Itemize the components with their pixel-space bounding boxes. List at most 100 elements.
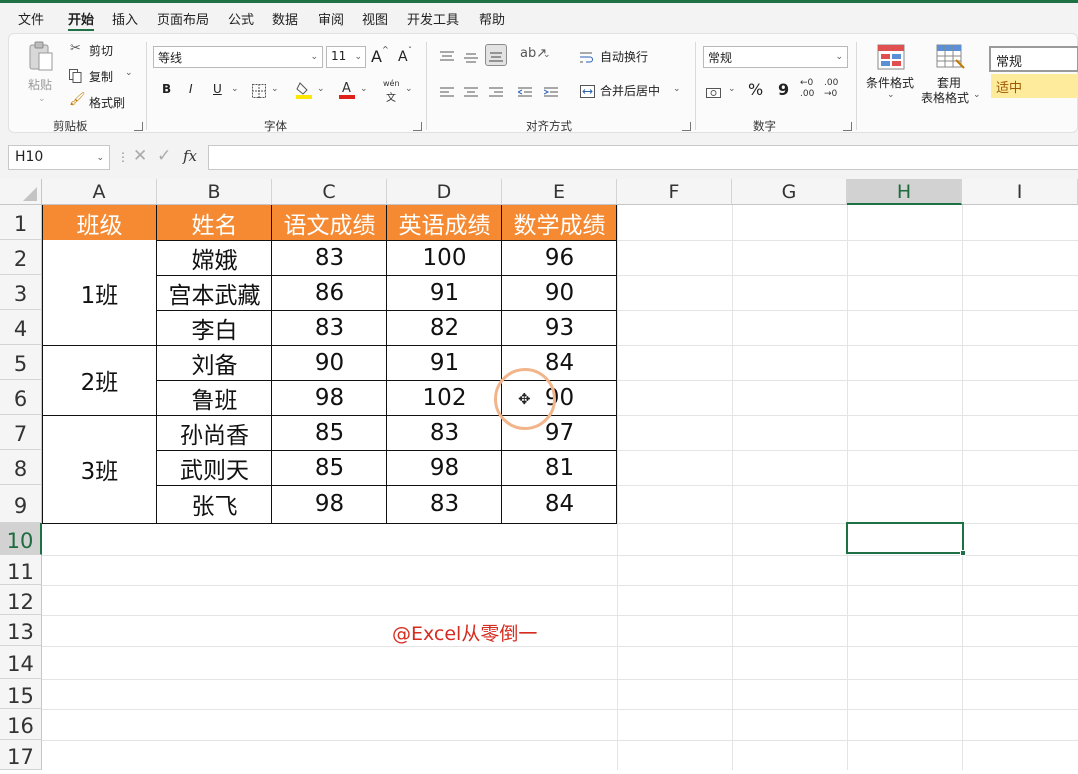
border-icon[interactable] xyxy=(252,83,266,98)
phonetic-dropdown-icon[interactable]: ⌄ xyxy=(405,84,413,94)
row-header-8[interactable]: 8 xyxy=(0,450,42,485)
column-header-d[interactable]: D xyxy=(387,179,502,205)
border-dropdown-icon[interactable]: ⌄ xyxy=(271,84,279,94)
score-cell[interactable]: 85 xyxy=(272,415,387,450)
row-header-13[interactable]: 13 xyxy=(0,615,42,646)
column-header-e[interactable]: E xyxy=(502,179,617,205)
score-cell[interactable]: 86 xyxy=(272,275,387,310)
score-cell[interactable]: 84 xyxy=(502,485,617,523)
row-header-9[interactable]: 9 xyxy=(0,485,42,523)
paste-button[interactable]: 粘贴 xyxy=(28,76,52,93)
clipboard-launcher-icon[interactable] xyxy=(134,122,143,131)
orientation-dropdown-icon[interactable]: ⌄ xyxy=(543,50,551,60)
score-cell[interactable]: 98 xyxy=(272,485,387,523)
column-header-f[interactable]: F xyxy=(617,179,732,205)
score-cell[interactable]: 83 xyxy=(387,415,502,450)
menu-review[interactable]: 审阅 xyxy=(318,9,344,28)
font-size-combo[interactable]: 11 ⌄ xyxy=(326,46,366,68)
decrease-indent-icon[interactable] xyxy=(516,84,532,97)
score-cell[interactable]: 91 xyxy=(387,275,502,310)
font-name-combo[interactable]: 等线 ⌄ xyxy=(153,46,323,68)
align-middle-icon[interactable] xyxy=(464,48,478,63)
header-cell[interactable]: 班级 xyxy=(42,205,157,240)
row-header-12[interactable]: 12 xyxy=(0,585,42,615)
merge-center-button[interactable]: 合并后居中 xyxy=(600,82,660,99)
format-painter-button[interactable]: 格式刷 xyxy=(89,94,125,111)
score-cell[interactable]: 100 xyxy=(387,240,502,275)
name-cell[interactable]: 宫本武藏 xyxy=(157,275,272,310)
score-cell[interactable]: 83 xyxy=(272,240,387,275)
name-cell[interactable]: 武则天 xyxy=(157,450,272,485)
row-header-2[interactable]: 2 xyxy=(0,240,42,275)
name-box[interactable]: H10 ⌄ xyxy=(8,145,110,170)
comma-button[interactable]: 9 xyxy=(778,80,789,99)
class-cell[interactable]: 2班 xyxy=(42,345,157,415)
font-color-icon[interactable]: A xyxy=(339,80,355,99)
menu-developer[interactable]: 开发工具 xyxy=(407,9,459,28)
score-cell[interactable]: 90 xyxy=(502,275,617,310)
merge-dropdown-icon[interactable]: ⌄ xyxy=(673,84,681,94)
header-cell[interactable]: 姓名 xyxy=(157,205,272,240)
conditional-format-button[interactable]: 条件格式 xyxy=(866,74,914,91)
percent-button[interactable]: % xyxy=(748,80,763,99)
score-cell[interactable]: 96 xyxy=(502,240,617,275)
header-cell[interactable]: 英语成绩 xyxy=(387,205,502,240)
accounting-format-icon[interactable] xyxy=(706,84,722,98)
align-bottom-icon[interactable] xyxy=(485,44,507,66)
row-header-7[interactable]: 7 xyxy=(0,415,42,450)
name-cell[interactable]: 李白 xyxy=(157,310,272,345)
row-header-11[interactable]: 11 xyxy=(0,555,42,585)
paste-icon[interactable] xyxy=(27,40,55,74)
column-header-c[interactable]: C xyxy=(272,179,387,205)
score-cell[interactable]: 83 xyxy=(272,310,387,345)
name-cell[interactable]: 孙尚香 xyxy=(157,415,272,450)
fill-color-dropdown-icon[interactable]: ⌄ xyxy=(317,84,325,94)
score-cell[interactable]: 102 xyxy=(387,380,502,415)
score-cell[interactable]: 90 xyxy=(272,345,387,380)
decrease-decimal-bottom[interactable]: →0 xyxy=(824,89,837,99)
menu-page-layout[interactable]: 页面布局 xyxy=(157,9,209,28)
row-header-17[interactable]: 17 xyxy=(0,740,42,770)
score-cell[interactable]: 82 xyxy=(387,310,502,345)
shrink-font-button[interactable]: A xyxy=(398,49,408,65)
increase-decimal-bottom[interactable]: .00 xyxy=(800,89,814,99)
phonetic-guide-bottom[interactable]: 文 xyxy=(386,89,396,104)
score-cell[interactable]: 83 xyxy=(387,485,502,523)
score-cell[interactable]: 98 xyxy=(387,450,502,485)
row-header-3[interactable]: 3 xyxy=(0,275,42,310)
column-header-g[interactable]: G xyxy=(732,179,847,205)
accounting-dropdown-icon[interactable]: ⌄ xyxy=(728,84,736,94)
row-header-4[interactable]: 4 xyxy=(0,310,42,345)
row-header-14[interactable]: 14 xyxy=(0,646,42,679)
alignment-launcher-icon[interactable] xyxy=(682,122,691,131)
row-header-5[interactable]: 5 xyxy=(0,345,42,380)
format-as-table-bottom[interactable]: 表格格式 xyxy=(921,89,969,106)
menu-data[interactable]: 数据 xyxy=(272,9,298,28)
grow-font-button[interactable]: A xyxy=(371,47,382,66)
italic-button[interactable]: I xyxy=(189,82,193,96)
row-header-1[interactable]: 1 xyxy=(0,205,42,240)
insert-function-button[interactable]: fx xyxy=(183,147,197,165)
header-cell[interactable]: 语文成绩 xyxy=(272,205,387,240)
copy-button[interactable]: 复制 xyxy=(89,68,113,85)
font-launcher-icon[interactable] xyxy=(413,122,422,131)
align-center-icon[interactable] xyxy=(464,84,478,97)
underline-button[interactable]: U xyxy=(213,82,222,96)
header-cell[interactable]: 数学成绩 xyxy=(502,205,617,240)
enter-icon[interactable]: ✓ xyxy=(157,146,171,166)
increase-decimal-top[interactable]: ←0 xyxy=(800,78,813,88)
select-all-corner[interactable] xyxy=(0,179,42,205)
menu-insert[interactable]: 插入 xyxy=(112,9,138,28)
number-launcher-icon[interactable] xyxy=(843,122,852,131)
column-header-h[interactable]: H xyxy=(847,179,962,205)
align-top-icon[interactable] xyxy=(440,48,454,61)
name-cell[interactable]: 鲁班 xyxy=(157,380,272,415)
name-cell[interactable]: 嫦娥 xyxy=(157,240,272,275)
table-format-dropdown-icon[interactable]: ⌄ xyxy=(973,90,981,100)
cancel-icon[interactable]: ✕ xyxy=(133,146,147,166)
score-cell[interactable]: 91 xyxy=(387,345,502,380)
decrease-decimal-top[interactable]: .00 xyxy=(824,78,838,88)
score-cell[interactable]: 93 xyxy=(502,310,617,345)
fill-handle[interactable] xyxy=(960,550,966,556)
fill-color-icon[interactable] xyxy=(296,81,312,99)
